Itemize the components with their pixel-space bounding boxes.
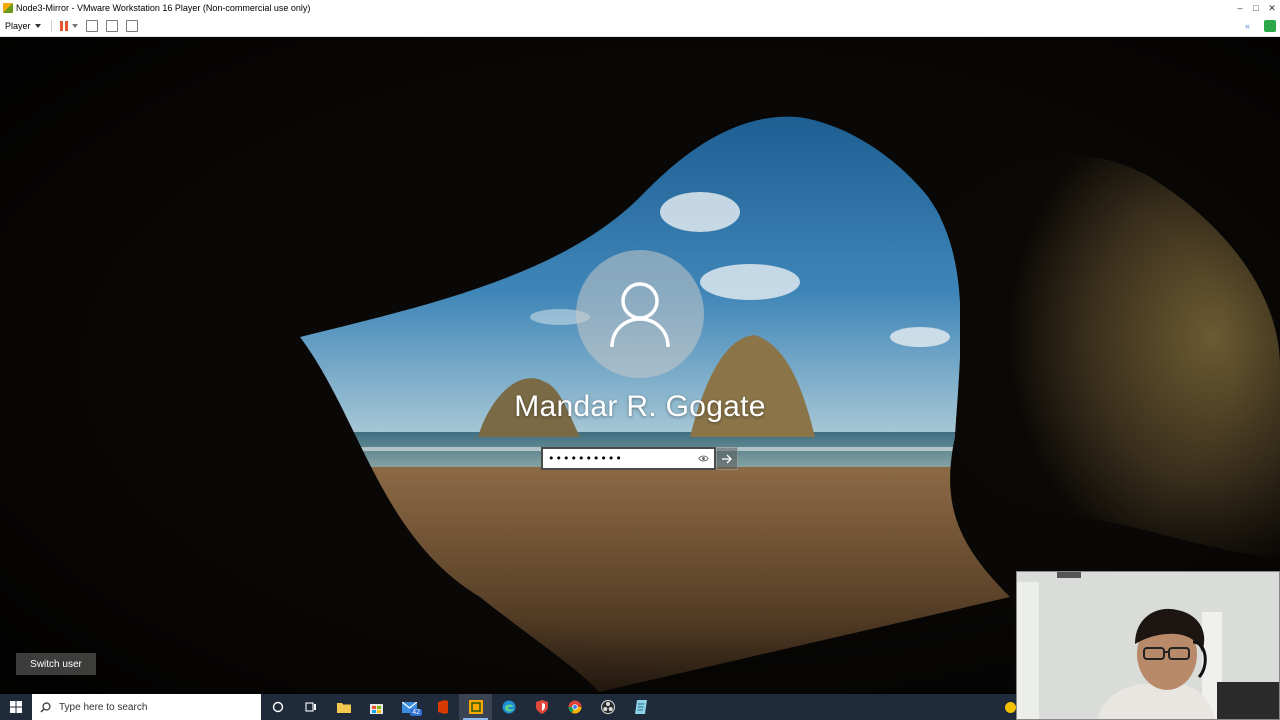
notes-button[interactable] <box>624 694 657 720</box>
file-explorer-icon <box>336 703 351 713</box>
notes-icon <box>634 700 647 714</box>
search-icon <box>40 701 51 712</box>
back-arrows-icon[interactable]: « <box>1245 21 1250 31</box>
store-button[interactable] <box>360 694 393 720</box>
player-menu[interactable]: Player <box>0 21 41 31</box>
cortana-button[interactable] <box>261 694 294 720</box>
maximize-button[interactable]: □ <box>1248 0 1264 16</box>
store-icon <box>370 703 383 714</box>
password-field[interactable] <box>541 447 716 470</box>
toolbar-divider <box>50 20 52 32</box>
vmware-icon <box>468 700 483 714</box>
player-menu-label: Player <box>5 21 31 31</box>
switch-user-button[interactable]: Switch user <box>16 653 96 675</box>
password-input[interactable] <box>543 449 693 468</box>
mail-button[interactable]: 42 <box>393 694 426 720</box>
vmware-title-bar: Node3-Mirror - VMware Workstation 16 Pla… <box>0 0 1280 16</box>
task-view-icon <box>304 702 316 712</box>
start-button[interactable] <box>0 694 32 720</box>
user-icon <box>610 282 670 348</box>
pause-icon[interactable] <box>59 21 68 31</box>
chrome-icon <box>568 700 581 714</box>
edge-button[interactable] <box>492 694 525 720</box>
close-button[interactable]: ✕ <box>1264 0 1280 16</box>
user-avatar <box>576 250 704 378</box>
webcam-overlay <box>1016 571 1280 720</box>
vm-library-icon[interactable] <box>1264 20 1276 32</box>
vmware-button[interactable] <box>459 694 492 720</box>
chevron-down-icon <box>34 24 41 28</box>
user-name: Mandar R. Gogate <box>514 390 766 423</box>
task-view-button[interactable] <box>294 694 327 720</box>
window-title: Node3-Mirror - VMware Workstation 16 Pla… <box>16 3 311 13</box>
shield-icon <box>535 700 548 714</box>
reveal-password-icon[interactable] <box>698 453 709 464</box>
submit-button[interactable] <box>716 447 738 470</box>
unity-icon[interactable] <box>125 20 138 32</box>
vmware-toolbar: Player « <box>0 16 1280 37</box>
file-explorer-button[interactable] <box>327 694 360 720</box>
obs-icon <box>600 700 615 714</box>
office-icon <box>437 700 448 714</box>
vmware-app-icon <box>3 3 13 13</box>
pause-dropdown-icon[interactable] <box>71 24 78 28</box>
cortana-icon <box>272 701 283 713</box>
webcam-feed <box>1017 572 1279 719</box>
shield-app-button[interactable] <box>525 694 558 720</box>
fullscreen-icon[interactable] <box>105 20 118 32</box>
taskbar-search[interactable] <box>32 694 261 720</box>
send-ctrl-alt-del-icon[interactable] <box>85 20 98 32</box>
office-button[interactable] <box>426 694 459 720</box>
windows-taskbar: 42 <box>0 694 1016 720</box>
windows-logo-icon <box>10 701 22 713</box>
minimize-button[interactable]: – <box>1232 0 1248 16</box>
search-input[interactable] <box>59 701 249 713</box>
arrow-right-icon <box>722 454 732 463</box>
obs-button[interactable] <box>591 694 624 720</box>
edge-icon <box>502 700 515 714</box>
mail-badge: 42 <box>410 709 422 716</box>
chrome-button[interactable] <box>558 694 591 720</box>
notification-dot-icon[interactable] <box>1005 702 1016 713</box>
